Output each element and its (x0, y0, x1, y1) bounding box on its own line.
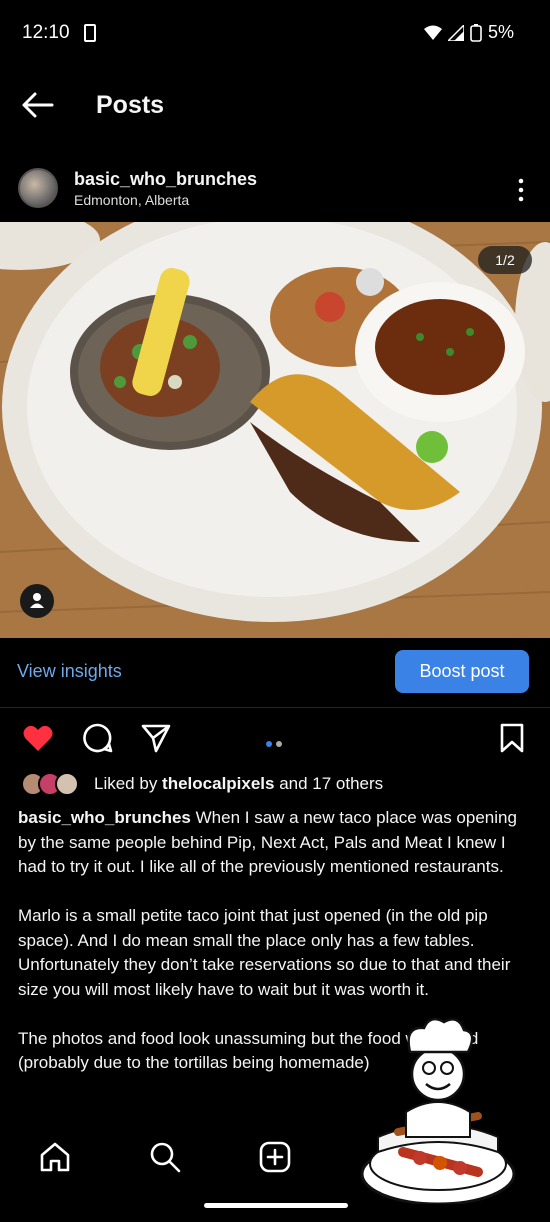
save-bookmark-icon[interactable] (496, 722, 528, 754)
carousel-dot-active (266, 741, 272, 747)
battery-icon (470, 23, 482, 42)
liker-avatars[interactable] (20, 771, 86, 797)
view-insights-link[interactable]: View insights (17, 661, 122, 682)
caption-author[interactable]: basic_who_brunches (18, 808, 191, 827)
taco-photo-illustration (0, 222, 550, 638)
status-indicators: 5% (423, 22, 514, 43)
caption-paragraph-1: basic_who_brunches When I saw a new taco… (18, 806, 530, 880)
gesture-home-bar[interactable] (204, 1203, 348, 1208)
search-icon[interactable] (148, 1140, 182, 1174)
chef-mascot-logo (360, 1017, 516, 1204)
post-photo[interactable] (0, 222, 550, 638)
comment-icon[interactable] (82, 722, 114, 754)
caption-paragraph-2: Marlo is a small petite taco joint that … (18, 906, 511, 999)
home-icon[interactable] (38, 1140, 72, 1174)
tag-people-icon[interactable] (20, 584, 54, 618)
wifi-icon (423, 25, 442, 40)
page-title: Posts (96, 91, 165, 119)
like-heart-icon[interactable] (22, 722, 54, 754)
carousel-dot (276, 741, 282, 747)
status-bar: 12:10 5% (0, 0, 550, 66)
image-counter: 1/2 (478, 246, 532, 274)
status-time: 12:10 (22, 22, 70, 43)
sim-icon (84, 24, 96, 42)
divider (0, 707, 550, 708)
boost-post-button[interactable]: Boost post (395, 650, 529, 693)
post-location[interactable]: Edmonton, Alberta (74, 192, 189, 208)
likes-prefix: Liked by (94, 774, 163, 793)
battery-percent: 5% (487, 22, 514, 42)
create-icon[interactable] (258, 1140, 292, 1174)
post-username[interactable]: basic_who_brunches (74, 169, 257, 190)
likes-suffix: and 17 others (274, 774, 384, 793)
likes-text[interactable]: Liked by thelocalpixels and 17 others (94, 774, 383, 794)
avatar[interactable] (18, 168, 58, 208)
share-icon[interactable] (140, 722, 172, 754)
carousel-indicator (266, 734, 286, 752)
likes-user[interactable]: thelocalpixels (162, 774, 274, 793)
back-arrow-icon[interactable] (20, 88, 54, 122)
signal-icon (447, 24, 464, 41)
more-options-icon[interactable] (512, 178, 530, 202)
